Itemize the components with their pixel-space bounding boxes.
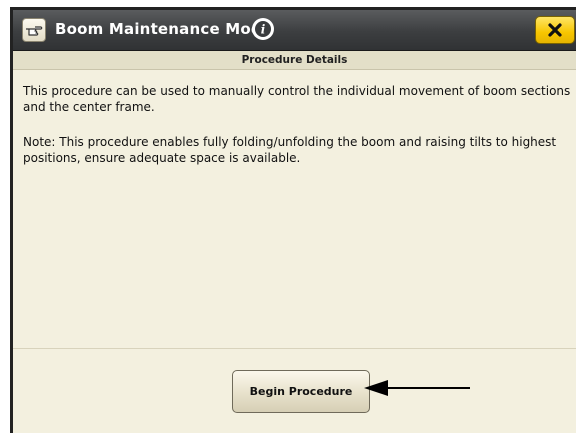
note-paragraph: Note: This procedure enables fully foldi…	[23, 135, 557, 165]
arrow-left-icon	[364, 380, 470, 396]
close-icon	[548, 23, 562, 37]
section-header: Procedure Details	[13, 51, 576, 70]
pointing-hand-icon[interactable]	[22, 18, 46, 42]
dialog-title: Boom Maintenance Mode	[55, 20, 273, 38]
begin-procedure-button[interactable]: Begin Procedure	[232, 370, 370, 413]
svg-text:i: i	[261, 23, 266, 37]
title-bar: Boom Maintenance Mode i	[13, 10, 576, 51]
info-icon[interactable]: i	[252, 18, 274, 40]
procedure-description: This procedure can be used to manually c…	[23, 83, 573, 185]
boom-maintenance-dialog: Boom Maintenance Mode i Procedure Detail…	[10, 7, 576, 433]
description-paragraph: This procedure can be used to manually c…	[23, 84, 571, 114]
footer-divider	[13, 348, 576, 349]
close-button[interactable]	[535, 16, 575, 44]
